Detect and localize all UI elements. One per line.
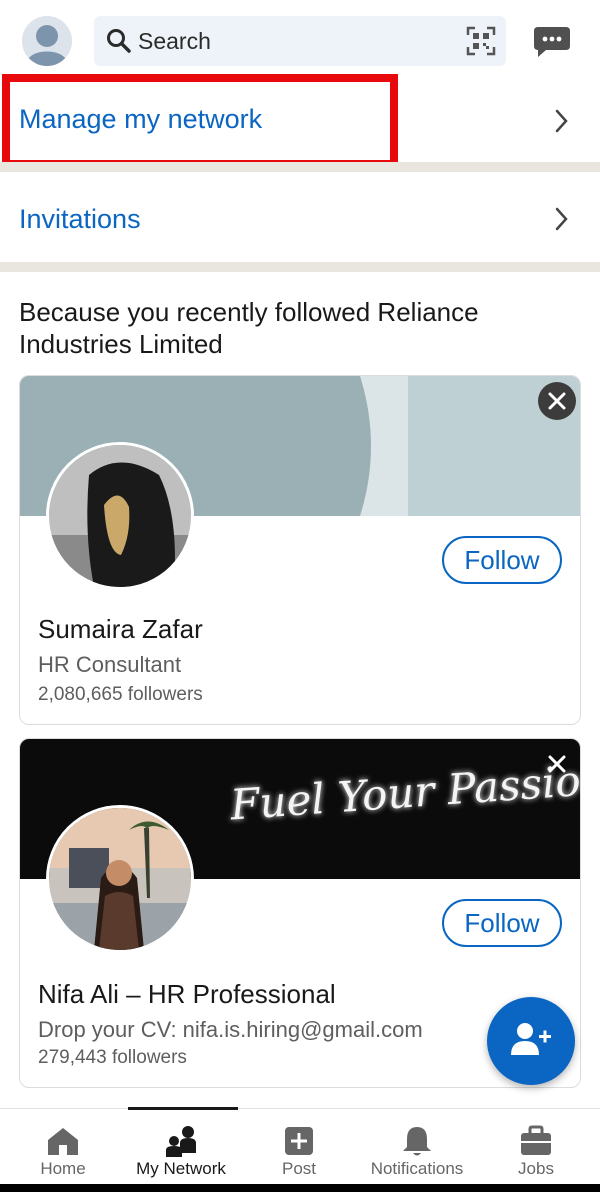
follow-button[interactable]: Follow <box>442 536 562 584</box>
search-placeholder: Search <box>138 28 211 54</box>
system-nav-bar <box>0 1184 600 1192</box>
nav-home[interactable]: Home <box>4 1109 122 1185</box>
close-icon <box>548 755 566 773</box>
nav-jobs-label: Jobs <box>518 1159 554 1178</box>
nav-post[interactable]: Post <box>240 1109 358 1185</box>
nav-notifications[interactable]: Notifications <box>358 1109 476 1185</box>
follower-count: 279,443 followers <box>38 1047 187 1068</box>
highlight-box <box>2 74 398 168</box>
profile-avatar[interactable] <box>22 16 72 66</box>
profile-headline: HR Consultant <box>38 652 182 677</box>
profile-name[interactable]: Nifa Ali – HR Professional <box>38 979 336 1010</box>
nav-jobs[interactable]: Jobs <box>477 1109 595 1185</box>
profile-name[interactable]: Sumaira Zafar <box>38 614 203 645</box>
divider <box>0 162 600 172</box>
invitations-label: Invitations <box>19 204 141 234</box>
dismiss-button[interactable] <box>538 745 576 783</box>
nav-my-network-label: My Network <box>136 1159 226 1178</box>
nav-notifications-label: Notifications <box>370 1159 464 1178</box>
post-plus-icon <box>285 1127 313 1155</box>
top-bar: Search <box>0 0 600 82</box>
add-person-icon <box>511 1023 551 1055</box>
chevron-right-icon <box>555 207 568 231</box>
section-title: Because you recently followed Reliance I… <box>19 297 479 359</box>
briefcase-icon <box>521 1125 551 1155</box>
profile-photo-image <box>49 445 191 587</box>
default-avatar-icon <box>22 16 72 66</box>
close-icon <box>548 392 566 410</box>
add-connection-fab[interactable] <box>487 997 575 1085</box>
chevron-right-icon <box>555 109 568 133</box>
nav-home-label: Home <box>40 1159 86 1178</box>
profile-headline: Drop your CV: nifa.is.hiring@gmail.com <box>38 1017 423 1042</box>
invitations-row[interactable]: Invitations <box>0 172 600 262</box>
nav-my-network[interactable]: My Network <box>122 1107 240 1185</box>
nav-post-label: Post <box>281 1159 317 1178</box>
active-tab-indicator <box>128 1107 238 1110</box>
suggestion-card[interactable]: Follow Sumaira Zafar HR Consultant 2,080… <box>19 375 581 725</box>
bottom-navigation: Home My Network Post Notifications Jobs <box>0 1107 600 1185</box>
search-bar[interactable]: Search <box>94 16 506 66</box>
follower-count: 2,080,665 followers <box>38 684 203 705</box>
profile-photo[interactable] <box>46 442 194 590</box>
network-icon <box>166 1126 196 1157</box>
messaging-icon[interactable] <box>532 24 572 60</box>
follow-button[interactable]: Follow <box>442 899 562 947</box>
home-icon <box>48 1128 78 1155</box>
profile-photo-image <box>49 808 191 950</box>
qr-code-icon[interactable] <box>466 26 496 56</box>
divider <box>0 262 600 272</box>
profile-photo[interactable] <box>46 805 194 953</box>
bell-icon <box>403 1127 431 1156</box>
search-icon <box>107 29 131 53</box>
dismiss-button[interactable] <box>538 382 576 420</box>
